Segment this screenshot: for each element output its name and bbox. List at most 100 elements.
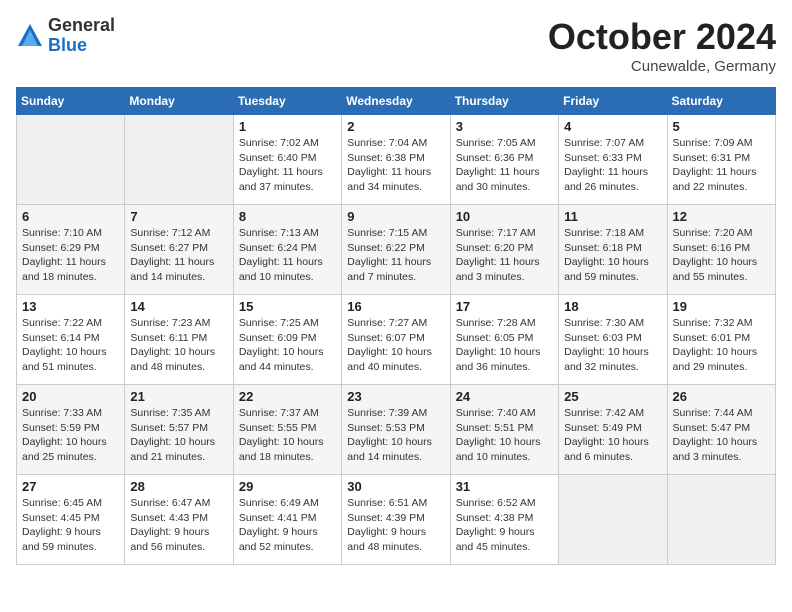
- day-info: Sunrise: 7:15 AMSunset: 6:22 PMDaylight:…: [347, 226, 444, 285]
- logo-general-text: General: [48, 15, 115, 35]
- day-number: 13: [22, 299, 119, 314]
- weekday-header-wednesday: Wednesday: [342, 88, 450, 115]
- day-number: 7: [130, 209, 227, 224]
- day-number: 2: [347, 119, 444, 134]
- calendar-cell: [667, 475, 775, 565]
- day-number: 10: [456, 209, 553, 224]
- day-info: Sunrise: 7:04 AMSunset: 6:38 PMDaylight:…: [347, 136, 444, 195]
- day-number: 12: [673, 209, 770, 224]
- month-title: October 2024: [548, 16, 776, 58]
- day-info: Sunrise: 7:10 AMSunset: 6:29 PMDaylight:…: [22, 226, 119, 285]
- day-info: Sunrise: 6:52 AMSunset: 4:38 PMDaylight:…: [456, 496, 553, 555]
- day-number: 16: [347, 299, 444, 314]
- calendar-cell: 11 Sunrise: 7:18 AMSunset: 6:18 PMDayligh…: [559, 205, 667, 295]
- day-number: 14: [130, 299, 227, 314]
- calendar-cell: 20Sunrise: 7:33 AMSunset: 5:59 PMDayligh…: [17, 385, 125, 475]
- day-info: Sunrise: 7:22 AMSunset: 6:14 PMDaylight:…: [22, 316, 119, 375]
- day-info: Sunrise: 7:09 AMSunset: 6:31 PMDaylight:…: [673, 136, 770, 195]
- day-info: Sunrise: 7:12 AMSunset: 6:27 PMDaylight:…: [130, 226, 227, 285]
- day-number: 18: [564, 299, 661, 314]
- calendar-cell: 3 Sunrise: 7:05 AMSunset: 6:36 PMDaylight…: [450, 115, 558, 205]
- calendar-cell: 29 Sunrise: 6:49 AMSunset: 4:41 PMDayligh…: [233, 475, 341, 565]
- calendar-cell: 15 Sunrise: 7:25 AMSunset: 6:09 PMDayligh…: [233, 295, 341, 385]
- calendar-cell: 26Sunrise: 7:44 AMSunset: 5:47 PMDayligh…: [667, 385, 775, 475]
- day-number: 4: [564, 119, 661, 134]
- calendar-cell: 16 Sunrise: 7:27 AMSunset: 6:07 PMDayligh…: [342, 295, 450, 385]
- day-number: 3: [456, 119, 553, 134]
- calendar-cell: [559, 475, 667, 565]
- calendar-table: SundayMondayTuesdayWednesdayThursdayFrid…: [16, 87, 776, 565]
- day-info: Sunrise: 7:44 AMSunset: 5:47 PMDaylight:…: [673, 406, 770, 465]
- calendar-cell: 23Sunrise: 7:39 AMSunset: 5:53 PMDayligh…: [342, 385, 450, 475]
- calendar-cell: 9 Sunrise: 7:15 AMSunset: 6:22 PMDaylight…: [342, 205, 450, 295]
- day-info: Sunrise: 7:07 AMSunset: 6:33 PMDaylight:…: [564, 136, 661, 195]
- calendar-cell: 17 Sunrise: 7:28 AMSunset: 6:05 PMDayligh…: [450, 295, 558, 385]
- calendar-cell: 2 Sunrise: 7:04 AMSunset: 6:38 PMDaylight…: [342, 115, 450, 205]
- day-info: Sunrise: 7:32 AMSunset: 6:01 PMDaylight:…: [673, 316, 770, 375]
- calendar-cell: 28Sunrise: 6:47 AMSunset: 4:43 PMDayligh…: [125, 475, 233, 565]
- logo: General Blue: [16, 16, 115, 56]
- calendar-cell: 7 Sunrise: 7:12 AMSunset: 6:27 PMDaylight…: [125, 205, 233, 295]
- day-number: 17: [456, 299, 553, 314]
- calendar-cell: 22Sunrise: 7:37 AMSunset: 5:55 PMDayligh…: [233, 385, 341, 475]
- day-number: 15: [239, 299, 336, 314]
- day-info: Sunrise: 7:39 AMSunset: 5:53 PMDaylight:…: [347, 406, 444, 465]
- day-number: 1: [239, 119, 336, 134]
- day-info: Sunrise: 7:25 AMSunset: 6:09 PMDaylight:…: [239, 316, 336, 375]
- day-info: Sunrise: 7:13 AMSunset: 6:24 PMDaylight:…: [239, 226, 336, 285]
- location: Cunewalde, Germany: [548, 58, 776, 75]
- day-info: Sunrise: 7:28 AMSunset: 6:05 PMDaylight:…: [456, 316, 553, 375]
- day-info: Sunrise: 6:51 AMSunset: 4:39 PMDaylight:…: [347, 496, 444, 555]
- calendar-cell: 19 Sunrise: 7:32 AMSunset: 6:01 PMDayligh…: [667, 295, 775, 385]
- day-number: 30: [347, 479, 444, 494]
- day-info: Sunrise: 7:02 AMSunset: 6:40 PMDaylight:…: [239, 136, 336, 195]
- day-info: Sunrise: 7:05 AMSunset: 6:36 PMDaylight:…: [456, 136, 553, 195]
- day-info: Sunrise: 7:35 AMSunset: 5:57 PMDaylight:…: [130, 406, 227, 465]
- day-number: 5: [673, 119, 770, 134]
- day-number: 27: [22, 479, 119, 494]
- day-number: 29: [239, 479, 336, 494]
- day-info: Sunrise: 6:45 AMSunset: 4:45 PMDaylight:…: [22, 496, 119, 555]
- logo-blue-text: Blue: [48, 35, 87, 55]
- calendar-cell: 6 Sunrise: 7:10 AMSunset: 6:29 PMDaylight…: [17, 205, 125, 295]
- calendar-cell: 30 Sunrise: 6:51 AMSunset: 4:39 PMDayligh…: [342, 475, 450, 565]
- weekday-header-monday: Monday: [125, 88, 233, 115]
- day-number: 11: [564, 209, 661, 224]
- day-info: Sunrise: 7:42 AMSunset: 5:49 PMDaylight:…: [564, 406, 661, 465]
- calendar-cell: 4 Sunrise: 7:07 AMSunset: 6:33 PMDaylight…: [559, 115, 667, 205]
- logo-icon: [16, 22, 44, 50]
- calendar-cell: 21Sunrise: 7:35 AMSunset: 5:57 PMDayligh…: [125, 385, 233, 475]
- day-number: 22: [239, 389, 336, 404]
- day-info: Sunrise: 6:49 AMSunset: 4:41 PMDaylight:…: [239, 496, 336, 555]
- day-number: 28: [130, 479, 227, 494]
- day-info: Sunrise: 7:23 AMSunset: 6:11 PMDaylight:…: [130, 316, 227, 375]
- weekday-header-thursday: Thursday: [450, 88, 558, 115]
- calendar-cell: 1 Sunrise: 7:02 AMSunset: 6:40 PMDaylight…: [233, 115, 341, 205]
- calendar-cell: 31Sunrise: 6:52 AMSunset: 4:38 PMDayligh…: [450, 475, 558, 565]
- weekday-header-sunday: Sunday: [17, 88, 125, 115]
- day-number: 20: [22, 389, 119, 404]
- weekday-header-saturday: Saturday: [667, 88, 775, 115]
- page-header: General Blue October 2024 Cunewalde, Ger…: [16, 16, 776, 75]
- calendar-cell: [17, 115, 125, 205]
- calendar-cell: 8Sunrise: 7:13 AMSunset: 6:24 PMDaylight…: [233, 205, 341, 295]
- weekday-header-friday: Friday: [559, 88, 667, 115]
- day-info: Sunrise: 7:18 AMSunset: 6:18 PMDaylight:…: [564, 226, 661, 285]
- calendar-cell: 18 Sunrise: 7:30 AMSunset: 6:03 PMDayligh…: [559, 295, 667, 385]
- calendar-cell: 24Sunrise: 7:40 AMSunset: 5:51 PMDayligh…: [450, 385, 558, 475]
- day-info: Sunrise: 7:27 AMSunset: 6:07 PMDaylight:…: [347, 316, 444, 375]
- calendar-cell: 13 Sunrise: 7:22 AMSunset: 6:14 PMDayligh…: [17, 295, 125, 385]
- calendar-cell: 10Sunrise: 7:17 AMSunset: 6:20 PMDayligh…: [450, 205, 558, 295]
- calendar-cell: 27 Sunrise: 6:45 AMSunset: 4:45 PMDayligh…: [17, 475, 125, 565]
- title-block: October 2024 Cunewalde, Germany: [548, 16, 776, 75]
- calendar-cell: 12 Sunrise: 7:20 AMSunset: 6:16 PMDayligh…: [667, 205, 775, 295]
- day-info: Sunrise: 7:40 AMSunset: 5:51 PMDaylight:…: [456, 406, 553, 465]
- day-number: 6: [22, 209, 119, 224]
- calendar-cell: [125, 115, 233, 205]
- day-info: Sunrise: 7:20 AMSunset: 6:16 PMDaylight:…: [673, 226, 770, 285]
- day-number: 19: [673, 299, 770, 314]
- day-number: 25: [564, 389, 661, 404]
- day-number: 9: [347, 209, 444, 224]
- calendar-cell: 5 Sunrise: 7:09 AMSunset: 6:31 PMDaylight…: [667, 115, 775, 205]
- day-info: Sunrise: 7:30 AMSunset: 6:03 PMDaylight:…: [564, 316, 661, 375]
